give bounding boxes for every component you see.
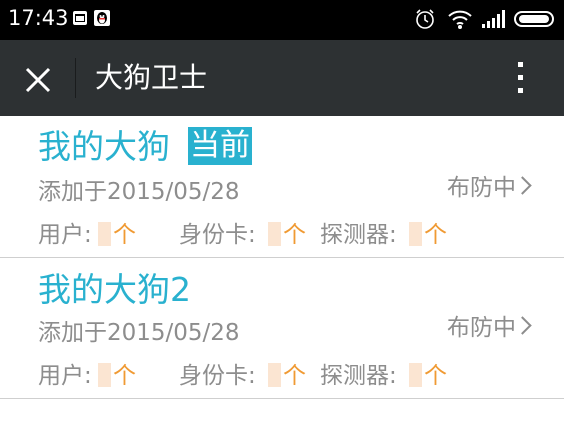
close-button[interactable] [18, 60, 58, 100]
title-bar: 大狗卫士 [0, 40, 564, 116]
page-title: 大狗卫士 [95, 61, 208, 94]
chevron-right-icon [513, 176, 532, 195]
detectors-count-value: 个 [409, 361, 447, 391]
battery-icon [514, 8, 556, 34]
users-count-label: 用户: [38, 222, 92, 248]
gallery-icon [72, 10, 88, 26]
signal-icon [481, 8, 507, 34]
device-status: 布防中 [447, 173, 532, 203]
chevron-right-icon [513, 316, 532, 335]
device-name: 我的大狗2 [38, 270, 191, 309]
detectors-count-value: 个 [409, 220, 447, 250]
qq-penguin-icon [94, 10, 110, 26]
status-bar: 17:43 [0, 0, 564, 40]
device-name-row: 我的大狗 当前 [38, 127, 252, 167]
users-count-value: 个 [98, 361, 136, 391]
device-added-date: 添加于2015/05/28 [38, 179, 240, 205]
device-status: 布防中 [447, 313, 532, 343]
device-item[interactable]: 我的大狗2 添加于2015/05/28 布防中 用户: 个 身份卡: 个 探测器… [0, 258, 564, 398]
current-badge: 当前 [188, 127, 252, 165]
more-vert-icon [518, 62, 523, 67]
device-added-date: 添加于2015/05/28 [38, 320, 240, 346]
close-icon [18, 67, 58, 104]
alarm-icon [414, 8, 436, 34]
divider [0, 398, 564, 399]
users-count-value: 个 [98, 220, 136, 250]
users-count-label: 用户: [38, 363, 92, 389]
more-button[interactable] [505, 58, 535, 98]
device-status-label: 布防中 [447, 315, 516, 341]
idcards-count-value: 个 [268, 220, 306, 250]
idcards-count-label: 身份卡: [179, 222, 256, 248]
detectors-count-label: 探测器: [320, 363, 397, 389]
device-name: 我的大狗 [38, 127, 170, 166]
idcards-count-label: 身份卡: [179, 363, 256, 389]
idcards-count-value: 个 [268, 361, 306, 391]
wifi-icon [447, 8, 473, 34]
device-status-label: 布防中 [447, 175, 516, 201]
device-name-row: 我的大狗2 [38, 270, 191, 310]
title-divider [75, 58, 76, 98]
status-time: 17:43 [8, 6, 69, 30]
device-item[interactable]: 我的大狗 当前 添加于2015/05/28 布防中 用户: 个 身份卡: 个 探测… [0, 117, 564, 257]
detectors-count-label: 探测器: [320, 222, 397, 248]
